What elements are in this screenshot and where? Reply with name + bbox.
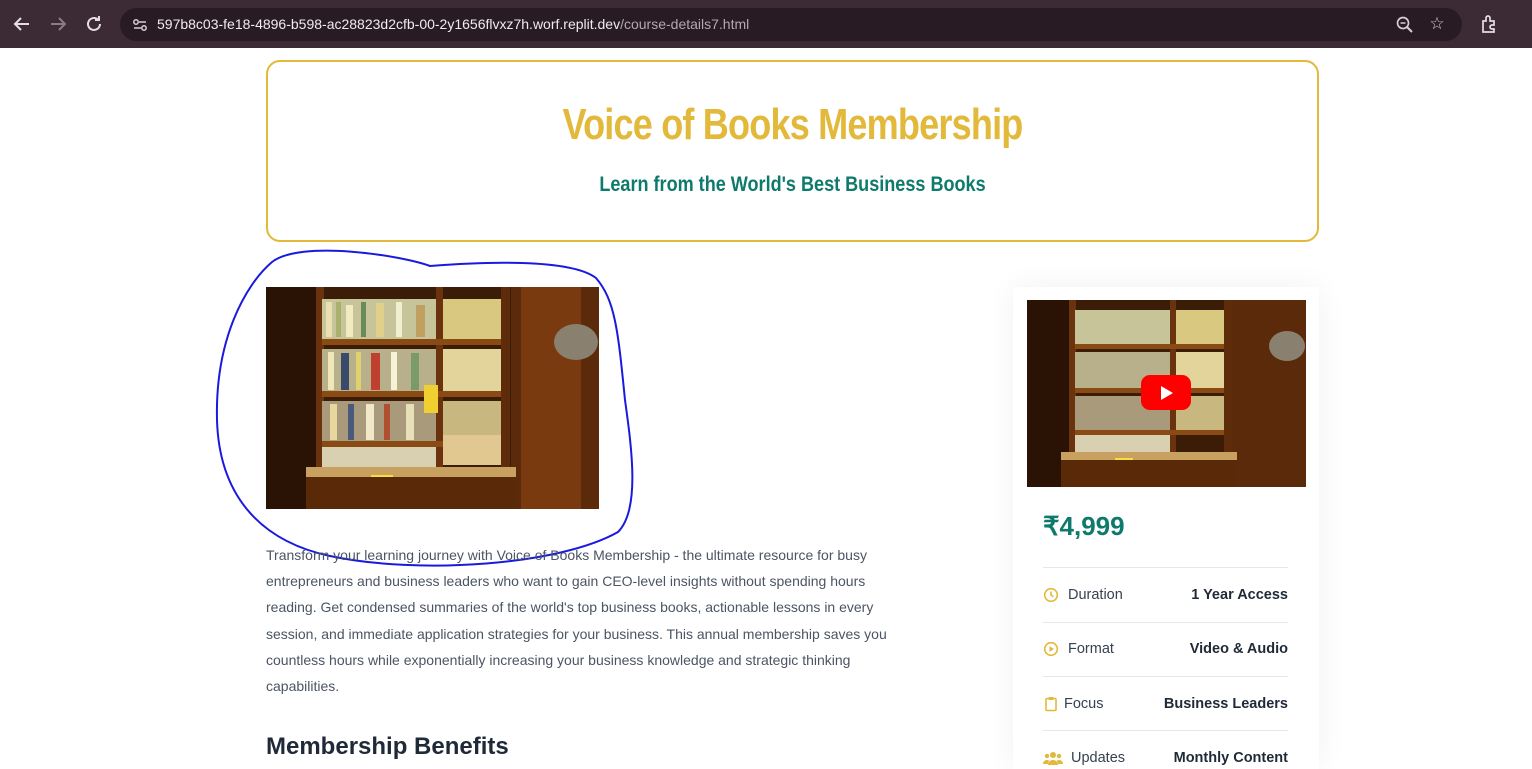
benefits-heading: Membership Benefits: [266, 733, 509, 760]
detail-value-format: Video & Audio: [1189, 641, 1288, 657]
browser-toolbar: 597b8c03-fe18-4896-b598-ac28823d2cfb-00-…: [0, 0, 1532, 48]
course-price: ₹4,999: [1043, 511, 1125, 541]
page-subtitle: Learn from the World's Best Business Boo…: [599, 173, 986, 196]
site-settings-icon[interactable]: [130, 15, 150, 35]
detail-value-duration: 1 Year Access: [1191, 587, 1288, 603]
detail-label-focus: Focus: [1064, 696, 1104, 712]
course-image: [266, 287, 599, 509]
play-button[interactable]: [1141, 375, 1191, 410]
play-circle-icon: [1043, 641, 1059, 657]
reload-icon[interactable]: [82, 12, 106, 36]
detail-label-format: Format: [1068, 641, 1114, 657]
bookmark-star-icon[interactable]: ☆: [1426, 13, 1448, 35]
page-title: Voice of Books Membership: [562, 100, 1024, 149]
detail-label-updates: Updates: [1071, 750, 1126, 766]
course-header-card: Voice of Books Membership Learn from the…: [266, 60, 1319, 242]
zoom-icon[interactable]: [1394, 14, 1416, 36]
url-host: 597b8c03-fe18-4896-b598-ac28823d2cfb-00-…: [157, 16, 621, 32]
extensions-icon[interactable]: [1478, 12, 1502, 36]
course-description: Transform your learning journey with Voi…: [266, 547, 887, 695]
clock-icon: [1043, 587, 1059, 603]
address-bar[interactable]: 597b8c03-fe18-4896-b598-ac28823d2cfb-00-…: [120, 8, 1462, 41]
forward-icon[interactable]: [46, 12, 70, 36]
divider: [1043, 676, 1288, 677]
users-icon: [1043, 750, 1063, 766]
divider: [1043, 730, 1288, 731]
detail-label-duration: Duration: [1068, 587, 1123, 603]
clipboard-icon: [1043, 696, 1059, 712]
divider: [1043, 567, 1288, 568]
detail-value-updates: Monthly Content: [1173, 750, 1288, 766]
divider: [1043, 622, 1288, 623]
url-path: /course-details7.html: [620, 16, 750, 32]
detail-value-focus: Business Leaders: [1163, 696, 1288, 712]
url-text[interactable]: 597b8c03-fe18-4896-b598-ac28823d2cfb-00-…: [157, 16, 749, 32]
back-icon[interactable]: [10, 12, 34, 36]
